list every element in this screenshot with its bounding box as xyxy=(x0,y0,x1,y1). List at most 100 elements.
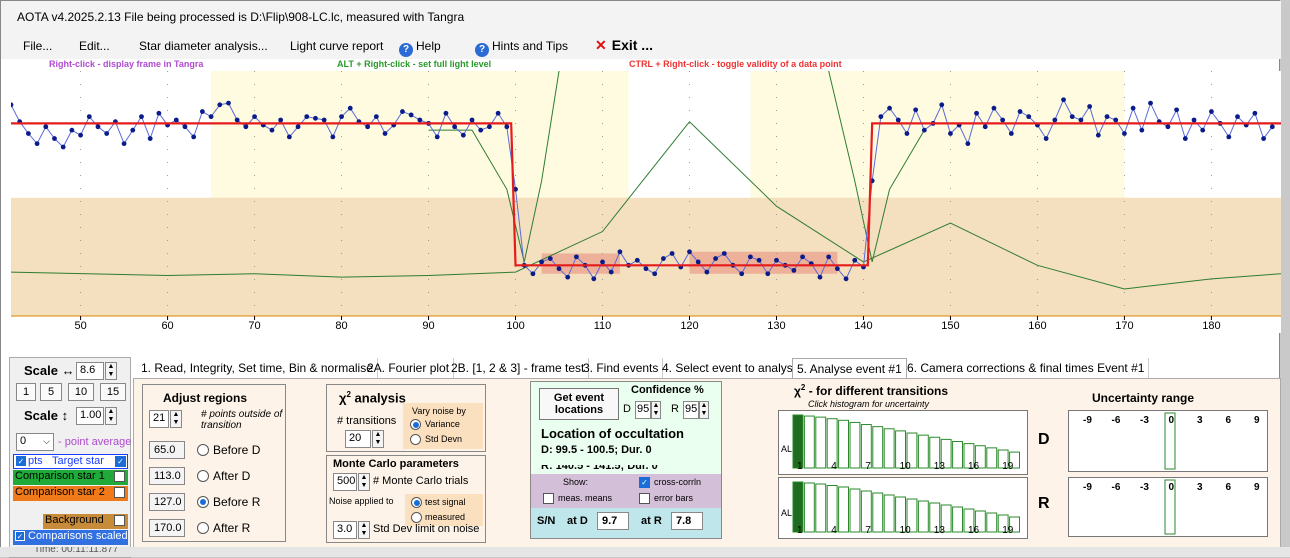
hint-ctrl-right-click: CTRL + Right-click - toggle validity of … xyxy=(629,59,842,69)
data-point xyxy=(939,102,945,108)
after-d-value: 113.0 xyxy=(149,467,185,485)
stddev-limit-input[interactable]: 3.0 xyxy=(333,521,357,539)
scale-1-button[interactable]: 1 xyxy=(16,383,36,401)
cross-corr-checkbox[interactable]: ✓ xyxy=(639,477,650,488)
stddev-limit-stepper[interactable]: ▲ ▼ xyxy=(358,521,370,539)
before-r-radio[interactable] xyxy=(197,496,209,508)
excluded-region xyxy=(11,71,212,198)
before-d-radio[interactable] xyxy=(197,444,209,456)
points-outside-stepper[interactable]: ▲ ▼ xyxy=(170,410,182,428)
menu-help[interactable]: ? Help xyxy=(399,39,441,57)
x-tick-label: 110 xyxy=(594,320,612,332)
menu-star-diameter[interactable]: Star diameter analysis... xyxy=(139,39,268,53)
comp2-checkbox[interactable] xyxy=(114,487,125,498)
std-devn-radio[interactable] xyxy=(410,434,421,445)
variance-radio[interactable] xyxy=(410,419,421,430)
data-point xyxy=(234,117,240,123)
chi2-histogram-r[interactable]: ALL 1 4 7 10 13 16 19 xyxy=(778,477,1028,539)
uncertainty-tick-label: 0 xyxy=(1169,482,1175,493)
vary-noise-label: Vary noise by xyxy=(412,406,466,416)
comparisons-scaled-checkbox[interactable]: ✓ xyxy=(15,531,25,541)
confidence-r-input[interactable]: 95 xyxy=(683,401,699,419)
menu-light-curve-report[interactable]: Light curve report xyxy=(290,39,383,53)
point-average-value: 0 xyxy=(20,435,27,447)
scale-v-stepper[interactable]: ▲ ▼ xyxy=(105,407,117,425)
scale-h-input[interactable]: 8.6 xyxy=(76,362,104,380)
uncertainty-tick-label: 3 xyxy=(1197,415,1203,426)
scale-v-input[interactable]: 1.00 xyxy=(76,407,104,425)
tab-frame-test[interactable]: 2B. [1, 2 & 3] - frame test xyxy=(447,358,590,378)
transitions-stepper[interactable]: ▲ ▼ xyxy=(372,430,384,448)
data-point xyxy=(208,114,214,120)
bottom-band xyxy=(11,197,1281,316)
location-r-line: R: 140.5 - 141.5; Dur. 0 xyxy=(541,460,658,472)
comp2-label: Comparison star 2 xyxy=(15,486,105,498)
before-d-value: 65.0 xyxy=(149,441,185,459)
uncertainty-title: Uncertainty range xyxy=(1092,391,1195,405)
comp1-checkbox[interactable] xyxy=(114,471,125,482)
confidence-r-stepper[interactable]: ▲ ▼ xyxy=(699,401,709,419)
meas-means-checkbox[interactable] xyxy=(543,493,554,504)
menu-hints-label: Hints and Tips xyxy=(492,39,569,53)
uncertainty-tick-label: 9 xyxy=(1254,415,1260,426)
data-point xyxy=(191,134,197,140)
histogram-bar xyxy=(952,441,964,469)
data-point xyxy=(817,274,823,280)
scale-h-stepper[interactable]: ▲ ▼ xyxy=(105,362,117,380)
light-curve-chart[interactable]: 50 60 70 80 90 100 110 120 130 140 150 160 170 180 xyxy=(8,70,1282,333)
uncertainty-d: -9 -6 -3 0 3 6 9 xyxy=(1068,410,1268,472)
scale-5-button[interactable]: 5 xyxy=(40,383,62,401)
comp2-row: Comparison star 2 xyxy=(13,486,128,501)
point-average-select[interactable]: 0 ⌵ xyxy=(16,433,54,451)
data-point xyxy=(252,114,257,120)
x-tick-label: 80 xyxy=(335,320,347,332)
tab-fourier[interactable]: 2A. Fourier plot xyxy=(363,358,455,378)
after-d-radio[interactable] xyxy=(197,470,209,482)
confidence-d-stepper[interactable]: ▲ ▼ xyxy=(651,401,661,419)
status-bar: Time: 00:11:11.877 xyxy=(0,547,1290,557)
menu-file[interactable]: File... xyxy=(23,39,52,53)
tab-camera-corrections[interactable]: 6. Camera corrections & final times Even… xyxy=(903,358,1150,378)
get-event-locations-button[interactable]: Get event locations xyxy=(539,388,619,420)
test-signal-radio[interactable] xyxy=(411,497,422,508)
menu-hints[interactable]: ? Hints and Tips xyxy=(475,39,568,57)
tab-analyse-event[interactable]: 5. Analyse event #1 xyxy=(792,358,907,378)
uncertainty-r-svg: -9 -6 -3 0 3 6 9 xyxy=(1083,479,1260,535)
data-point xyxy=(974,110,979,116)
chi2-histogram-d[interactable]: ALL 1 4 7 10 13 16 19 xyxy=(778,410,1028,475)
data-point xyxy=(634,257,640,263)
chi2-histogram-r-svg[interactable]: ALL1 4 7 10 13 16 19 xyxy=(779,478,1027,538)
data-point xyxy=(156,110,162,116)
pts-checkbox[interactable]: ✓ xyxy=(16,456,26,466)
menu-edit[interactable]: Edit... xyxy=(79,39,110,53)
uncertainty-tick-label: -6 xyxy=(1112,482,1121,493)
menu-exit[interactable]: ✕ Exit ... xyxy=(595,37,653,54)
chi2-histogram-d-svg[interactable]: ALL1 4 7 10 13 16 19 xyxy=(779,411,1027,474)
pts-label: pts xyxy=(28,455,43,467)
uncertainty-tick-label: -3 xyxy=(1140,482,1149,493)
data-point xyxy=(217,102,223,108)
tab-find-events[interactable]: 3. Find events xyxy=(579,358,664,378)
show-group: Show: ✓ cross-corrln meas. means error b… xyxy=(531,474,721,508)
target-star-checkbox[interactable]: ✓ xyxy=(115,456,126,467)
monte-carlo-trials-stepper[interactable]: ▲ ▼ xyxy=(358,473,370,491)
points-outside-input[interactable]: 21 xyxy=(149,410,169,428)
light-curve-svg[interactable]: 50 60 70 80 90 100 110 120 130 140 150 160 170 180 xyxy=(8,70,1282,333)
scale-10-button[interactable]: 10 xyxy=(68,383,94,401)
scale-15-button[interactable]: 15 xyxy=(100,383,126,401)
data-point xyxy=(652,271,658,277)
monte-carlo-trials-input[interactable]: 500 xyxy=(333,473,357,491)
data-point xyxy=(182,124,188,130)
monte-carlo-group: Monte Carlo parameters 500 ▲ ▼ # Monte Ca… xyxy=(326,455,486,543)
data-point xyxy=(1235,114,1240,120)
after-r-radio[interactable] xyxy=(197,522,209,534)
chi2-transitions-title: χ2 - for different transitions xyxy=(794,383,949,398)
confidence-d-input[interactable]: 95 xyxy=(635,401,651,419)
tab-select-event[interactable]: 4. Select event to analyse xyxy=(658,358,805,378)
background-checkbox[interactable] xyxy=(114,515,125,526)
data-point xyxy=(1017,109,1023,114)
tab-read[interactable]: 1. Read, Integrity, Set time, Bin & norm… xyxy=(137,358,378,378)
error-bars-checkbox[interactable] xyxy=(639,493,650,504)
transitions-input[interactable]: 20 xyxy=(345,430,371,448)
measured-radio[interactable] xyxy=(411,512,422,523)
